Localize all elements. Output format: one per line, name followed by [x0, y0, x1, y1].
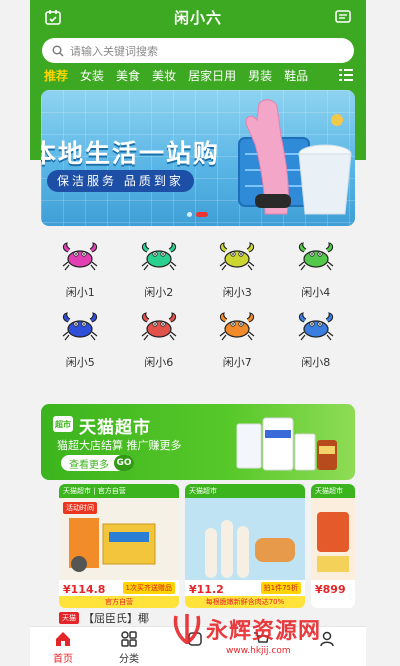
tab-home[interactable]: 居家日用: [188, 67, 236, 84]
tmall-subtitle: 猫超大店结算 推广赚更多: [57, 439, 182, 452]
message-icon[interactable]: [334, 8, 352, 26]
search-input[interactable]: 请输入关键词搜索: [42, 38, 354, 63]
tmall-products-image: [236, 417, 337, 471]
carousel-dot[interactable]: [187, 212, 192, 217]
tab-shoes[interactable]: 鞋品: [284, 67, 308, 84]
shortcut-label: 闲小1: [65, 286, 95, 299]
watermark-url: www.hkjij.com: [226, 646, 291, 656]
home-icon: [56, 632, 70, 646]
shortcut-label: 闲小8: [301, 356, 331, 369]
tab-label: 首页: [53, 654, 73, 665]
shortcut-label: 闲小3: [222, 286, 252, 299]
tab-home-nav[interactable]: 首页: [30, 627, 96, 666]
product-title: 【屈臣氏】椰: [83, 612, 149, 625]
crab-icon: [298, 312, 334, 341]
promo-banner[interactable]: 本地生活一站购 保洁服务 品质到家: [41, 90, 355, 226]
category-icon: [121, 631, 137, 647]
calendar-icon[interactable]: [44, 8, 62, 26]
crab-icon: [62, 242, 98, 271]
product-list: 天猫超市 | 官方自营 活动时间 1次买齐送赠品 ¥114.8 官方自营 天猫超…: [59, 484, 355, 608]
watermark-text: 永辉资源网: [206, 619, 322, 644]
page-title: 闲小六: [173, 8, 222, 27]
watermark-logo-icon: [173, 614, 201, 644]
product-card[interactable]: 天猫超市 ¥899: [311, 484, 355, 608]
carousel-dots[interactable]: [187, 212, 208, 217]
product-header: 天猫超市 | 官方自营: [59, 484, 179, 498]
see-more-label: 查看更多: [69, 459, 109, 471]
shortcut-item[interactable]: 闲小6: [120, 306, 199, 376]
menu-icon[interactable]: [338, 67, 354, 83]
banner-tag: 保洁服务 品质到家: [47, 170, 194, 192]
product-tag: 1次买齐送赠品: [122, 582, 175, 594]
shortcut-label: 闲小2: [144, 286, 174, 299]
product-price: ¥114.8: [61, 583, 108, 596]
tab-category-nav[interactable]: 分类: [96, 627, 162, 666]
see-more-button[interactable]: 查看更多 GO: [61, 455, 134, 471]
tab-women[interactable]: 女装: [80, 67, 104, 84]
shortcut-item[interactable]: 闲小5: [41, 306, 120, 376]
shortcut-label: 闲小4: [301, 286, 331, 299]
tmall-market-card[interactable]: 超市 天猫超市 猫超大店结算 推广赚更多 查看更多 GO: [41, 404, 355, 480]
title-bar: 闲小六: [30, 0, 366, 34]
search-placeholder: 请输入关键词搜索: [70, 44, 158, 58]
shortcut-item[interactable]: 闲小7: [198, 306, 277, 376]
product-image: [185, 498, 305, 580]
shortcut-label: 闲小7: [222, 356, 252, 369]
shortcut-label: 闲小5: [65, 356, 95, 369]
product-price: ¥11.2: [187, 583, 226, 596]
banner-headline: 本地生活一站购: [41, 139, 221, 168]
product-tag: 拍1件75折: [260, 582, 301, 594]
product-header: 天猫超市: [185, 484, 305, 498]
shortcut-item[interactable]: 闲小1: [41, 236, 120, 306]
tmall-title: 天猫超市: [79, 418, 151, 438]
tab-recommend[interactable]: 推荐: [44, 67, 68, 84]
product-price: ¥899: [313, 583, 348, 596]
crab-icon: [298, 242, 334, 271]
tmall-tag: 天猫: [59, 612, 79, 624]
watermark: 永辉资源网: [172, 612, 321, 646]
shortcut-grid: 闲小1 闲小2 闲小3 闲小4 闲小5 闲小6 闲小7 闲小8: [41, 236, 355, 376]
search-icon: [52, 45, 64, 56]
crab-icon: [219, 312, 255, 341]
carousel-dot-active[interactable]: [196, 212, 208, 217]
shortcut-label: 闲小6: [144, 356, 174, 369]
product-header: 天猫超市: [311, 484, 355, 498]
category-tabs: 推荐 女装 美食 美妆 居家日用 男装 鞋品: [30, 64, 366, 86]
product-card[interactable]: 天猫超市 拍1件75折 ¥11.2 每根脆嫩新鲜含肉达70%: [185, 484, 305, 608]
crab-icon: [141, 242, 177, 271]
tab-food[interactable]: 美食: [116, 67, 140, 84]
tab-beauty[interactable]: 美妆: [152, 67, 176, 84]
crab-icon: [62, 312, 98, 341]
shortcut-item[interactable]: 闲小4: [277, 236, 356, 306]
tab-label: 分类: [119, 654, 139, 665]
shortcut-item[interactable]: 闲小3: [198, 236, 277, 306]
crab-icon: [219, 242, 255, 271]
shortcut-item[interactable]: 闲小2: [120, 236, 199, 306]
cleaning-products-image: [238, 99, 352, 215]
go-button[interactable]: GO: [114, 455, 134, 471]
product-footer: 每根脆嫩新鲜含肉达70%: [185, 596, 305, 608]
crab-icon: [141, 312, 177, 341]
tab-men[interactable]: 男装: [248, 67, 272, 84]
tmall-badge: 超市: [53, 416, 73, 432]
product-card[interactable]: 天猫超市 | 官方自营 活动时间 1次买齐送赠品 ¥114.8 官方自营: [59, 484, 179, 608]
shortcut-item[interactable]: 闲小8: [277, 306, 356, 376]
product-image: [311, 498, 355, 580]
product-footer: 官方自营: [59, 596, 179, 608]
product-promo: 活动时间: [63, 502, 97, 514]
